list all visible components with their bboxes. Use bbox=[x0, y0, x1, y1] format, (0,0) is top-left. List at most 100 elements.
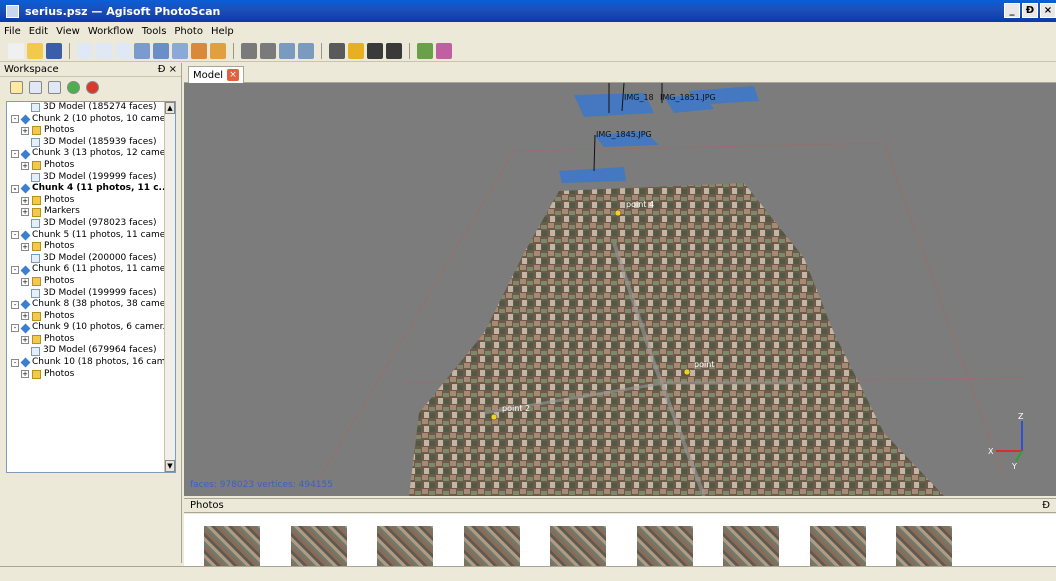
select-icon[interactable] bbox=[77, 42, 93, 59]
redo-icon[interactable] bbox=[298, 42, 314, 59]
tree-item[interactable]: + Photos bbox=[7, 369, 175, 381]
photo-thumbnail[interactable] bbox=[550, 526, 606, 566]
expand-toggle-icon[interactable]: - bbox=[11, 300, 19, 309]
restore-button[interactable]: Ɖ bbox=[1022, 3, 1038, 18]
expand-toggle-icon[interactable]: + bbox=[21, 277, 29, 286]
photo-thumbnail[interactable] bbox=[204, 526, 260, 566]
menu-view[interactable]: View bbox=[56, 26, 80, 37]
tree-item[interactable]: 3D Model (185939 faces) bbox=[7, 137, 175, 149]
tree-scrollbar[interactable]: ▲ ▼ bbox=[164, 102, 175, 472]
tree-item[interactable]: - Chunk 5 (11 photos, 11 came... bbox=[7, 230, 175, 242]
model-viewport[interactable]: IMG_1845.JPG IMG_18 IMG_1851.JPG point 4… bbox=[184, 83, 1056, 496]
expand-toggle-icon[interactable]: - bbox=[11, 231, 19, 240]
save-icon[interactable] bbox=[46, 42, 62, 59]
expand-toggle-icon[interactable]: + bbox=[21, 161, 29, 170]
wireframe-icon[interactable] bbox=[386, 42, 402, 59]
delete-icon[interactable] bbox=[241, 42, 257, 59]
menu-photo[interactable]: Photo bbox=[174, 26, 203, 37]
expand-toggle-icon[interactable]: + bbox=[21, 208, 29, 217]
tree-item[interactable]: - Chunk 10 (18 photos, 16 cam... bbox=[7, 357, 175, 369]
expand-toggle-icon[interactable]: - bbox=[11, 115, 19, 124]
photo-thumbnail[interactable] bbox=[896, 526, 952, 566]
tab-close-icon[interactable]: × bbox=[227, 69, 240, 81]
minimize-button[interactable]: _ bbox=[1004, 3, 1020, 18]
region-icon[interactable] bbox=[191, 42, 207, 59]
tree-item[interactable]: - Chunk 8 (38 photos, 38 came... bbox=[7, 299, 175, 311]
menu-edit[interactable]: Edit bbox=[29, 26, 48, 37]
rect-select-icon[interactable] bbox=[96, 42, 112, 59]
points-icon[interactable] bbox=[329, 42, 345, 59]
tree-item[interactable]: 3D Model (679964 faces) bbox=[7, 345, 175, 357]
menu-tools[interactable]: Tools bbox=[142, 26, 167, 37]
tree-item[interactable]: + Photos bbox=[7, 195, 175, 207]
open-icon[interactable] bbox=[27, 42, 43, 59]
tree-item[interactable]: + Photos bbox=[7, 125, 175, 137]
expand-icon[interactable] bbox=[29, 80, 42, 94]
photos-pin[interactable]: Ɖ bbox=[1042, 500, 1050, 511]
tree-item[interactable]: 3D Model (185274 faces) bbox=[7, 102, 175, 114]
enable-icon[interactable] bbox=[67, 80, 80, 94]
title-bar[interactable]: serius.psz — Agisoft PhotoScan _ Ɖ × bbox=[0, 0, 1056, 22]
tree-item[interactable]: 3D Model (199999 faces) bbox=[7, 172, 175, 184]
photos-strip[interactable] bbox=[184, 514, 1056, 566]
tree-item[interactable]: + Photos bbox=[7, 311, 175, 323]
chunk-icon bbox=[20, 184, 31, 194]
expand-toggle-icon[interactable]: - bbox=[11, 324, 19, 333]
crop-icon[interactable] bbox=[260, 42, 276, 59]
collapse-icon[interactable] bbox=[48, 80, 61, 94]
photo-thumbnail[interactable] bbox=[723, 526, 779, 566]
menu-bar: File Edit View Workflow Tools Photo Help bbox=[0, 23, 1056, 39]
photo-thumbnail[interactable] bbox=[463, 526, 520, 566]
scroll-down-button[interactable]: ▼ bbox=[165, 460, 175, 472]
camera-icon[interactable] bbox=[417, 42, 433, 59]
tree-item[interactable]: + Photos bbox=[7, 276, 175, 288]
tree-item[interactable]: - Chunk 3 (13 photos, 12 came... bbox=[7, 148, 175, 160]
photo-thumbnail[interactable] bbox=[290, 526, 347, 566]
solid-icon[interactable] bbox=[348, 42, 364, 59]
move-icon[interactable] bbox=[134, 42, 150, 59]
ruler-icon[interactable] bbox=[210, 42, 226, 59]
textured-icon[interactable] bbox=[367, 42, 383, 59]
expand-toggle-icon[interactable]: + bbox=[21, 370, 29, 379]
tree-item[interactable]: - Chunk 2 (10 photos, 10 came... bbox=[7, 114, 175, 126]
expand-toggle-icon[interactable]: - bbox=[11, 358, 19, 367]
tree-item[interactable]: - Chunk 6 (11 photos, 11 came... bbox=[7, 264, 175, 276]
expand-toggle-icon[interactable]: + bbox=[21, 312, 29, 321]
tree-item[interactable]: - Chunk 9 (10 photos, 6 camer... bbox=[7, 322, 175, 334]
close-button[interactable]: × bbox=[1040, 3, 1056, 18]
photo-thumbnail[interactable] bbox=[377, 526, 433, 566]
tree-item[interactable]: 3D Model (199999 faces) bbox=[7, 288, 175, 300]
tree-item[interactable]: + Photos bbox=[7, 160, 175, 172]
workspace-tree[interactable]: ▲ ▼ 3D Model (185274 faces) - Chunk 2 (10 … bbox=[6, 101, 176, 473]
menu-file[interactable]: File bbox=[4, 26, 21, 37]
tab-model[interactable]: Model × bbox=[188, 66, 245, 83]
expand-toggle-icon[interactable]: - bbox=[11, 184, 19, 193]
tree-item[interactable]: 3D Model (978023 faces) bbox=[7, 218, 175, 230]
photo-thumbnail[interactable] bbox=[809, 526, 866, 566]
add-chunk-icon[interactable] bbox=[10, 80, 23, 94]
expand-toggle-icon[interactable]: + bbox=[21, 335, 29, 344]
workspace-pin-close[interactable]: Ɖ × bbox=[158, 64, 177, 75]
expand-toggle-icon[interactable]: + bbox=[21, 242, 29, 251]
folder-icon bbox=[32, 242, 41, 252]
undo-icon[interactable] bbox=[279, 42, 295, 59]
menu-workflow[interactable]: Workflow bbox=[88, 26, 134, 37]
expand-toggle-icon[interactable]: - bbox=[11, 266, 19, 275]
menu-help[interactable]: Help bbox=[211, 26, 234, 37]
expand-toggle-icon[interactable]: + bbox=[21, 126, 29, 135]
rotate-icon[interactable] bbox=[153, 42, 169, 59]
scroll-up-button[interactable]: ▲ bbox=[165, 102, 175, 114]
disable-icon[interactable] bbox=[86, 80, 99, 94]
expand-toggle-icon[interactable]: + bbox=[21, 196, 29, 205]
tree-item[interactable]: + Markers bbox=[7, 206, 175, 218]
markers-icon[interactable] bbox=[436, 42, 452, 59]
tree-item[interactable]: - Chunk 4 (11 photos, 11 c... bbox=[7, 183, 175, 195]
tree-item[interactable]: + Photos bbox=[7, 241, 175, 253]
tree-item[interactable]: 3D Model (200000 faces) bbox=[7, 253, 175, 265]
zoom-icon[interactable] bbox=[172, 42, 188, 59]
photo-thumbnail[interactable] bbox=[636, 526, 693, 566]
circle-select-icon[interactable] bbox=[115, 42, 131, 59]
expand-toggle-icon[interactable]: - bbox=[11, 150, 19, 159]
new-icon[interactable] bbox=[8, 42, 24, 59]
tree-item[interactable]: + Photos bbox=[7, 334, 175, 346]
